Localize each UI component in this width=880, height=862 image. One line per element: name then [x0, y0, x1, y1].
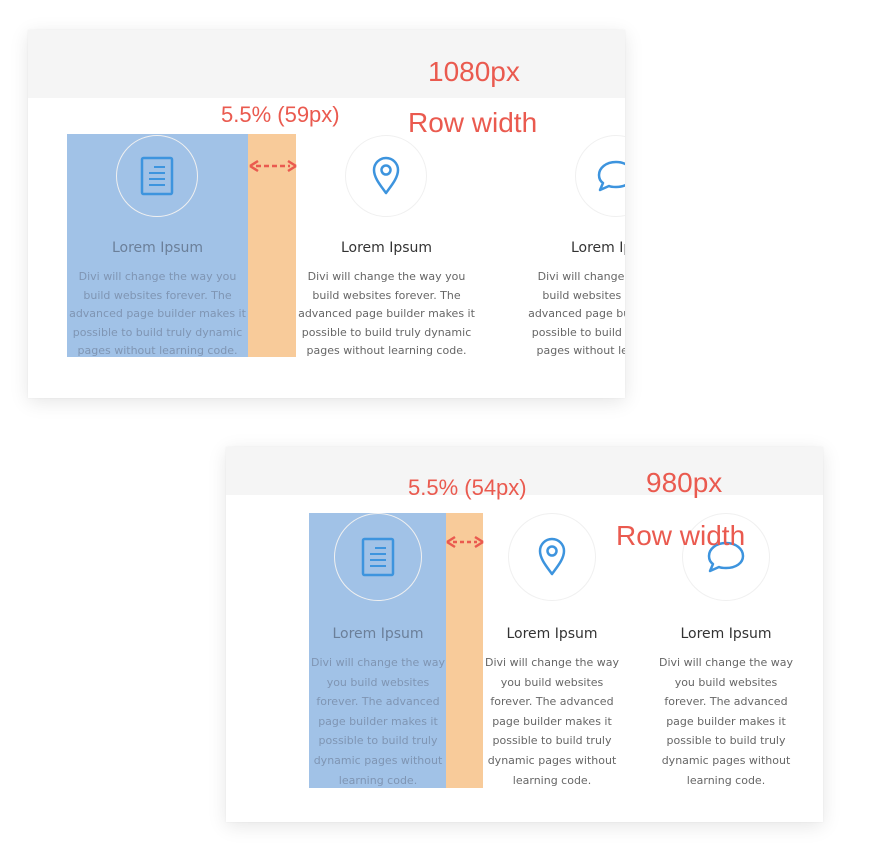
- feature-description: Divi will change the way you build websi…: [69, 270, 246, 357]
- double-arrow-icon: [249, 159, 297, 173]
- feature-description: Divi will change the way you build websi…: [528, 270, 625, 357]
- speech-bubble-icon: [597, 160, 625, 192]
- row-width-value: 980px: [646, 467, 723, 498]
- icon-circle: [575, 135, 625, 217]
- row-width-value: 1080px: [428, 56, 520, 87]
- section-header-band: [28, 30, 625, 98]
- gutter-highlight: [446, 513, 483, 788]
- gutter-width-label: 5.5% (59px): [221, 102, 340, 127]
- icon-circle: [508, 513, 596, 601]
- feature-title: Lorem Ipsum: [680, 626, 772, 642]
- icon-circle: [116, 135, 198, 217]
- row-width-label: Row width: [408, 107, 538, 138]
- icon-circle: [345, 135, 427, 217]
- map-pin-icon: [538, 537, 566, 576]
- row-example-980: Lorem Ipsum Divi will change the way you…: [226, 447, 823, 822]
- feature-description: Divi will change the way you build websi…: [484, 656, 620, 787]
- document-icon: [361, 537, 395, 577]
- icon-circle: [334, 513, 422, 601]
- feature-title: Lorem Ipsum: [340, 240, 433, 256]
- feature-title: Lorem Ipsum: [111, 240, 204, 256]
- feature-title: Lorem Ipsum: [570, 240, 625, 256]
- document-icon: [140, 156, 174, 196]
- double-arrow-icon: [446, 535, 484, 549]
- feature-description: Divi will change the way you build websi…: [310, 656, 446, 787]
- row-example-1080: Lorem Ipsum Divi will change the way you…: [28, 30, 625, 398]
- row-width-label: Row width: [616, 520, 746, 551]
- feature-title: Lorem Ipsum: [332, 626, 424, 642]
- feature-description: Divi will change the way you build websi…: [298, 270, 475, 357]
- gutter-width-label: 5.5% (54px): [408, 475, 527, 500]
- feature-title: Lorem Ipsum: [506, 626, 598, 642]
- map-pin-icon: [372, 156, 400, 195]
- feature-description: Divi will change the way you build websi…: [658, 656, 794, 787]
